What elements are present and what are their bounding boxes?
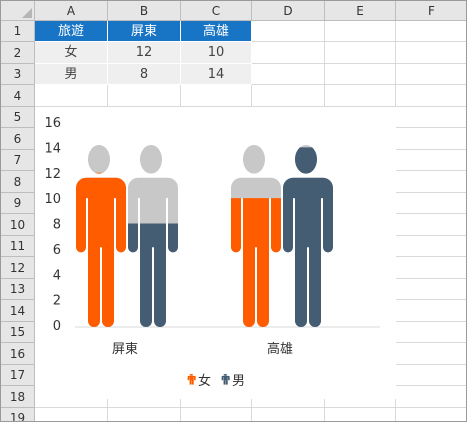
row-header-14[interactable]: 14 xyxy=(1,300,35,322)
row-header-11[interactable]: 11 xyxy=(1,236,35,257)
row-header-17[interactable]: 17 xyxy=(1,365,35,386)
cell-b3[interactable]: 8 xyxy=(108,64,181,85)
person-figure-male xyxy=(124,145,178,330)
row-header-15[interactable]: 15 xyxy=(1,322,35,343)
data-bar-female-1[interactable] xyxy=(72,172,126,329)
y-tick-label: 12 xyxy=(44,167,61,182)
y-tick-label: 2 xyxy=(53,294,61,309)
row-header-4[interactable]: 4 xyxy=(1,85,35,107)
row-header-3[interactable]: 3 xyxy=(1,64,35,85)
spreadsheet-window: A B C D E F 1 2 3 4 5 6 7 8 9 10 11 12 13 14 15 16 17 18 1… xyxy=(0,0,467,422)
chart-figures xyxy=(72,145,333,330)
cell-b2[interactable]: 12 xyxy=(108,42,181,64)
column-header-e[interactable]: E xyxy=(325,1,396,21)
person-figure-male xyxy=(279,145,333,329)
row-header-5[interactable]: 5 xyxy=(1,107,35,128)
person-icon xyxy=(221,374,230,385)
pictograph-chart[interactable]: 0 2 4 6 8 10 12 14 16 屏東 高雄 女男 xyxy=(35,107,396,399)
y-tick-label: 10 xyxy=(44,192,61,207)
row-header-16[interactable]: 16 xyxy=(1,343,35,365)
y-tick-label: 8 xyxy=(53,218,61,233)
column-header-c[interactable]: C xyxy=(181,1,252,21)
legend-label: 男 xyxy=(232,374,245,389)
row-header-18[interactable]: 18 xyxy=(1,386,35,408)
y-tick-label: 14 xyxy=(44,141,61,156)
person-icon xyxy=(187,374,196,385)
cell-c1[interactable]: 高雄 xyxy=(181,21,252,42)
row-header-12[interactable]: 12 xyxy=(1,257,35,279)
column-header-a[interactable]: A xyxy=(35,1,108,21)
y-tick-label: 16 xyxy=(44,116,61,131)
y-tick-label: 6 xyxy=(53,243,61,258)
row-header-6[interactable]: 6 xyxy=(1,128,35,150)
x-tick-label: 屏東 xyxy=(112,341,138,357)
column-header-b[interactable]: B xyxy=(108,1,181,21)
y-axis: 0 2 4 6 8 10 12 14 16 xyxy=(44,116,61,334)
x-axis-labels: 屏東 高雄 xyxy=(112,341,293,357)
row-header-13[interactable]: 13 xyxy=(1,279,35,300)
person-figure-female xyxy=(72,145,126,329)
row-header-8[interactable]: 8 xyxy=(1,171,35,193)
column-header-d[interactable]: D xyxy=(252,1,325,21)
cell-c2[interactable]: 10 xyxy=(181,42,252,64)
legend-label: 女 xyxy=(198,373,211,389)
data-bar-male-2[interactable] xyxy=(279,147,333,329)
row-header-9[interactable]: 9 xyxy=(1,193,35,214)
data-bar-female-2[interactable] xyxy=(227,198,281,329)
data-bar-male-1[interactable] xyxy=(124,223,178,330)
chart-canvas: 0246810121416 屏東 高雄 女男 xyxy=(44,116,380,389)
select-all-corner[interactable] xyxy=(1,1,35,21)
y-tick-label: 0 xyxy=(53,319,61,334)
row-header-7[interactable]: 7 xyxy=(1,150,35,171)
column-header-f[interactable]: F xyxy=(396,1,466,21)
cell-a1[interactable]: 旅遊 xyxy=(35,21,108,42)
row-header-1[interactable]: 1 xyxy=(1,21,35,42)
x-tick-label: 高雄 xyxy=(267,341,293,357)
chart-legend[interactable]: 女男 xyxy=(187,373,245,389)
cell-a3[interactable]: 男 xyxy=(35,64,108,85)
row-header-10[interactable]: 10 xyxy=(1,214,35,236)
row-header-2[interactable]: 2 xyxy=(1,42,35,64)
person-figure-female xyxy=(227,145,281,329)
row-header-19[interactable]: 19 xyxy=(1,408,35,421)
y-tick-label: 4 xyxy=(53,268,61,283)
cell-b1[interactable]: 屏東 xyxy=(108,21,181,42)
cell-a2[interactable]: 女 xyxy=(35,42,108,64)
cell-c3[interactable]: 14 xyxy=(181,64,252,85)
